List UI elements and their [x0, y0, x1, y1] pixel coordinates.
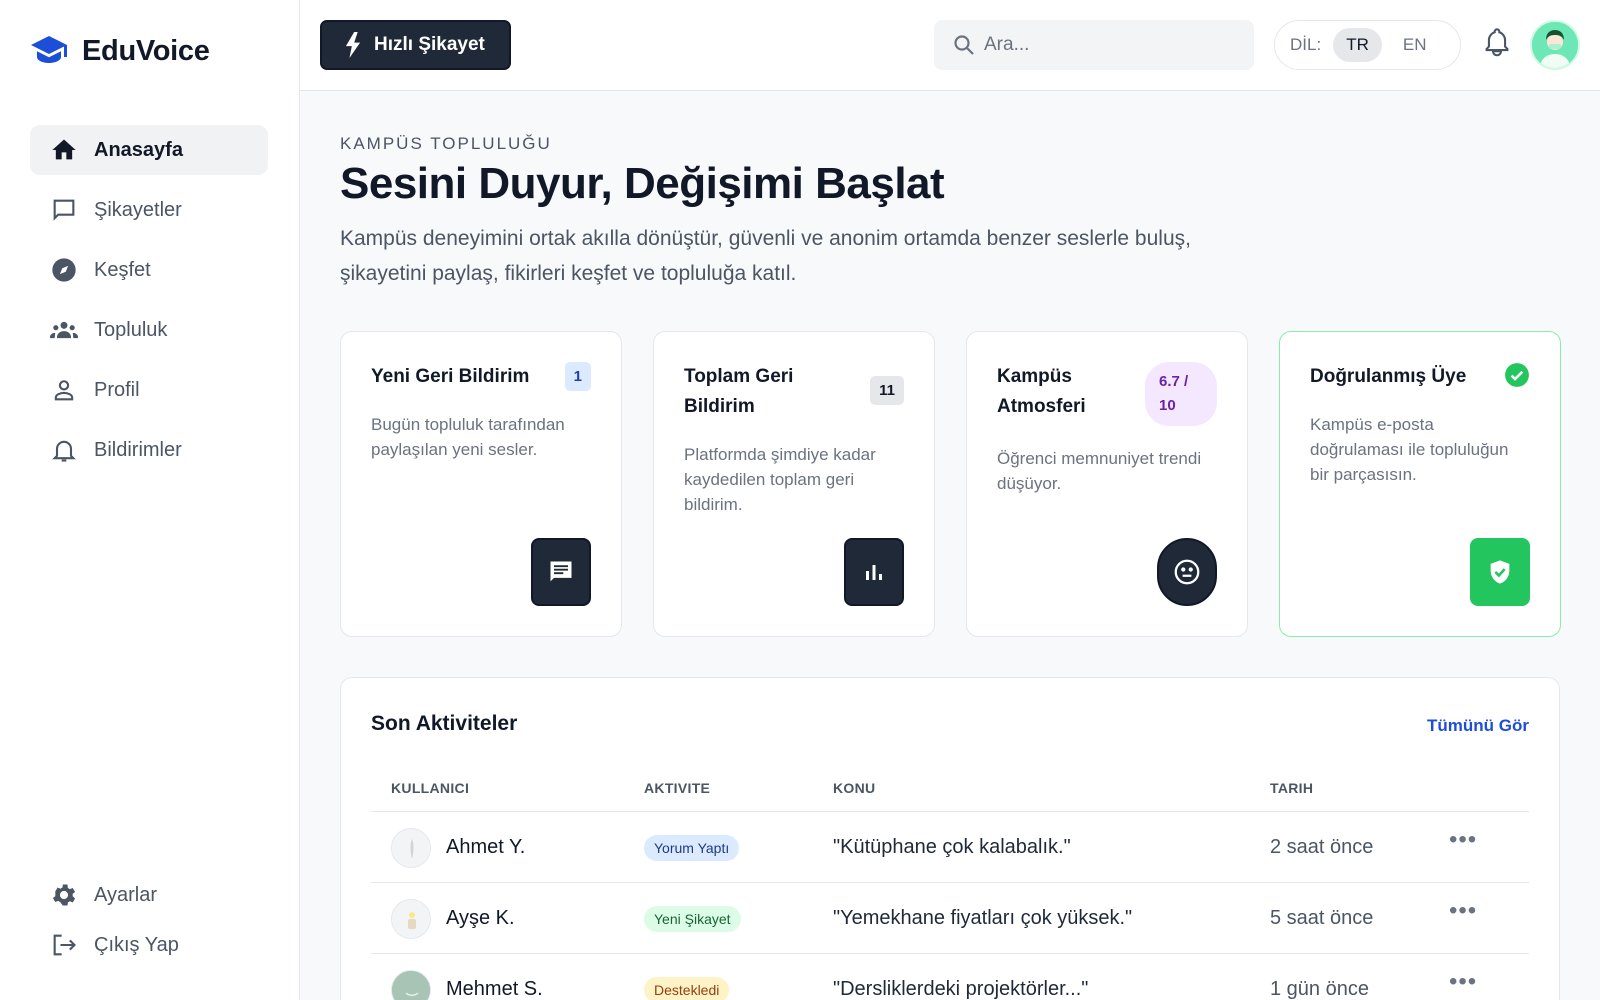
bell-icon: [52, 440, 76, 462]
sidebar-item-anasayfa[interactable]: Anasayfa: [30, 125, 268, 175]
activity-date: 2 saat önce: [1270, 836, 1374, 858]
activity-topic: "Dersliklerdeki projektörler...": [833, 978, 1089, 1000]
sidebar-item-cikis[interactable]: Çıkış Yap: [30, 920, 268, 970]
activity-badge: Yorum Yaptı: [644, 835, 740, 861]
user-name: Ahmet Y.: [446, 836, 526, 858]
quick-complaint-label: Hızlı Şikayet: [374, 34, 485, 55]
section-eyebrow: KAMPÜS TOPLULUĞU: [340, 134, 552, 153]
see-all-link[interactable]: Tümünü Gör: [1427, 716, 1529, 736]
logout-icon: [53, 934, 76, 956]
compass-icon: [52, 258, 76, 282]
card-verified-member[interactable]: Doğrulanmış Üye Kampüs e-posta doğrulama…: [1279, 331, 1561, 637]
sidebar-item-label: Şikayetler: [94, 198, 182, 221]
table-row[interactable]: Ayşe K. Yeni Şikayet "Yemekhane fiyatlar…: [371, 883, 1529, 954]
gear-icon: [52, 884, 76, 906]
recent-activities-panel: Son Aktiviteler Tümünü Gör KULLANICI AKT…: [340, 677, 1560, 1000]
avatar: [391, 899, 431, 939]
language-label: DİL:: [1290, 35, 1322, 54]
card-title: Kampüs Atmosferi: [997, 366, 1086, 417]
search-input[interactable]: [984, 34, 1234, 56]
sidebar: EduVoice Anasayfa Şikayetler Keşfet Topl…: [0, 0, 300, 1000]
sidebar-item-sikayetler[interactable]: Şikayetler: [30, 185, 268, 235]
chat-icon: [53, 199, 75, 221]
brand-name: EduVoice: [82, 34, 210, 67]
table-row[interactable]: Ahmet Y. Yorum Yaptı "Kütüphane çok kala…: [371, 812, 1529, 883]
table-row[interactable]: Mehmet S. Destekledi "Dersliklerdeki pro…: [371, 954, 1529, 1000]
sidebar-nav: Anasayfa Şikayetler Keşfet Topluluk Prof…: [30, 125, 268, 485]
home-icon: [52, 139, 76, 160]
column-header-topic: KONU: [833, 780, 876, 796]
search-box[interactable]: [934, 20, 1254, 70]
brand[interactable]: EduVoice: [30, 34, 210, 68]
check-circle-icon: [1505, 363, 1529, 387]
page-title: Sesini Duyur, Değişimi Başlat: [340, 159, 945, 208]
person-icon: [54, 380, 74, 401]
sidebar-item-label: Profil: [94, 378, 140, 401]
more-options-icon[interactable]: •••: [1449, 826, 1477, 854]
group-icon: [50, 321, 78, 339]
sidebar-item-label: Keşfet: [94, 258, 151, 281]
activity-badge: Yeni Şikayet: [644, 906, 741, 932]
user-name: Mehmet S.: [446, 978, 543, 1000]
activity-topic: "Yemekhane fiyatları çok yüksek.": [833, 907, 1133, 929]
sidebar-item-label: Ayarlar: [94, 883, 157, 906]
quick-complaint-button[interactable]: Hızlı Şikayet: [320, 20, 511, 70]
language-switcher: DİL: TR EN: [1274, 20, 1461, 70]
table-header: KULLANICI AKTIVITE KONU TARIH: [371, 770, 1529, 812]
avatar: [391, 828, 431, 868]
lightning-icon: [345, 32, 361, 58]
message-icon: [531, 538, 591, 606]
user-avatar[interactable]: [1530, 20, 1580, 70]
card-title: Doğrulanmış Üye: [1310, 366, 1467, 387]
avatar: [391, 970, 431, 1000]
top-header: Hızlı Şikayet DİL: TR EN: [300, 0, 1600, 91]
search-icon: [954, 35, 974, 55]
activity-date: 5 saat önce: [1270, 907, 1374, 929]
more-options-icon[interactable]: •••: [1449, 897, 1477, 925]
notification-bell-icon[interactable]: [1483, 27, 1511, 57]
sidebar-item-kesfet[interactable]: Keşfet: [30, 245, 268, 295]
column-header-date: TARIH: [1270, 780, 1314, 796]
sidebar-item-bildirimler[interactable]: Bildirimler: [30, 425, 268, 475]
sidebar-item-label: Anasayfa: [94, 138, 183, 161]
column-header-user: KULLANICI: [391, 780, 470, 796]
count-badge: 1: [564, 362, 591, 391]
column-header-activity: AKTIVITE: [644, 780, 711, 796]
activity-title: Son Aktiviteler: [371, 712, 518, 735]
sidebar-item-profil[interactable]: Profil: [30, 365, 268, 415]
card-campus-atmosphere[interactable]: Kampüs Atmosferi 6.7 / 10 Öğrenci memnun…: [966, 331, 1248, 637]
card-title: Toplam Geri Bildirim: [684, 366, 794, 417]
activity-topic: "Kütüphane çok kalabalık.": [833, 836, 1071, 858]
activity-date: 1 gün önce: [1270, 978, 1369, 1000]
card-description: Öğrenci memnuniyet trendi düşüyor.: [997, 449, 1202, 493]
card-description: Platformda şimdiye kadar kaydedilen topl…: [684, 445, 876, 514]
card-new-feedback[interactable]: Yeni Geri Bildirim 1 Bugün topluluk tara…: [340, 331, 622, 637]
sidebar-bottom: Ayarlar Çıkış Yap: [30, 870, 268, 970]
card-description: Kampüs e-posta doğrulaması ile topluluğu…: [1310, 415, 1509, 484]
neutral-face-icon: [1157, 538, 1217, 606]
graduation-cap-icon: [30, 34, 68, 68]
sidebar-item-ayarlar[interactable]: Ayarlar: [30, 870, 268, 920]
card-title: Yeni Geri Bildirim: [371, 366, 530, 387]
bar-chart-icon: [844, 538, 904, 606]
sidebar-item-label: Bildirimler: [94, 438, 182, 461]
stat-cards: Yeni Geri Bildirim 1 Bugün topluluk tara…: [340, 331, 1561, 637]
sidebar-item-topluluk[interactable]: Topluluk: [30, 305, 268, 355]
card-description: Bugün topluluk tarafından paylaşılan yen…: [371, 415, 565, 459]
sidebar-item-label: Topluluk: [94, 318, 168, 341]
more-options-icon[interactable]: •••: [1449, 968, 1477, 996]
sidebar-item-label: Çıkış Yap: [94, 933, 179, 956]
card-total-feedback[interactable]: Toplam Geri Bildirim 11 Platformda şimdi…: [653, 331, 935, 637]
page-description: Kampüs deneyimini ortak akılla dönüştür,…: [340, 227, 1191, 285]
language-option-en[interactable]: EN: [1390, 28, 1440, 62]
user-name: Ayşe K.: [446, 907, 515, 929]
shield-check-icon: [1470, 538, 1530, 606]
count-badge: 11: [870, 376, 904, 405]
activity-badge: Destekledi: [644, 977, 730, 1000]
language-option-tr[interactable]: TR: [1333, 28, 1382, 62]
score-badge: 6.7 / 10: [1145, 362, 1217, 426]
